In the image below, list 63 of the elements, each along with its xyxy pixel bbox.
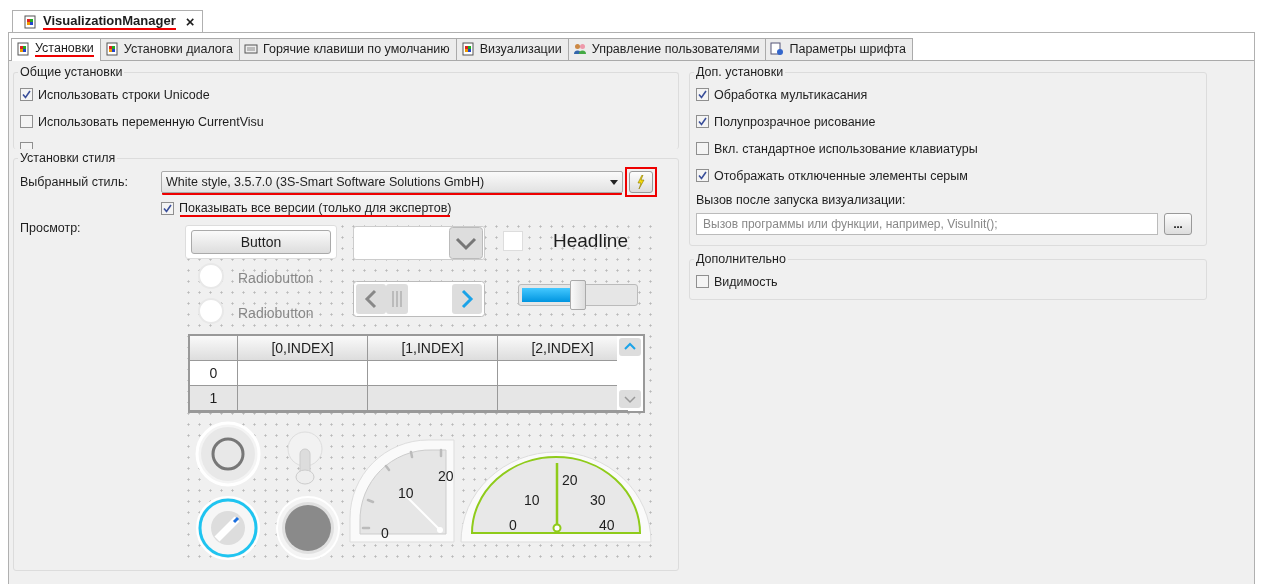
checkbox-label: Использовать строки Unicode bbox=[38, 87, 210, 102]
round-button-drawing bbox=[195, 421, 261, 487]
input-field[interactable]: Вызов программы или функции, например, VisuInit(); bbox=[696, 213, 1158, 235]
gauge-scale-label: 30 bbox=[590, 493, 606, 507]
checkbox-label: Вкл. стандартное использование клавиатуры bbox=[714, 141, 978, 156]
field-label: Вызов после запуска визуализации: bbox=[696, 193, 907, 207]
checkbox-label: Полупрозрачное рисование bbox=[714, 114, 876, 129]
checkbox[interactable] bbox=[696, 88, 709, 101]
gauge-scale-label: 40 bbox=[599, 518, 615, 532]
gauge-scale-label: 20 bbox=[562, 473, 578, 487]
style-dropdown[interactable]: White style, 3.5.7.0 (3S-Smart Software Solutions GmbH) bbox=[161, 171, 623, 193]
checkbox-label: Использовать переменную CurrentVisu bbox=[38, 114, 264, 129]
gauge-scale-label: 10 bbox=[524, 493, 540, 507]
tab[interactable]: Установки bbox=[11, 38, 101, 61]
preview-radio-label: Radiobutton bbox=[238, 305, 314, 321]
document-icon bbox=[23, 14, 37, 29]
users-icon bbox=[572, 42, 587, 56]
document-title: VisualizationManager bbox=[43, 13, 176, 30]
document-icon bbox=[104, 42, 119, 56]
checkbox[interactable] bbox=[696, 275, 709, 288]
field-label: Выбранный стиль: bbox=[20, 175, 129, 189]
keyboard-icon bbox=[244, 42, 258, 56]
browse-button[interactable]: ... bbox=[1164, 213, 1192, 235]
checkbox[interactable] bbox=[696, 169, 709, 182]
preview-radio-label: Radiobutton bbox=[238, 270, 314, 286]
checkbox-label: Видимость bbox=[714, 274, 778, 289]
caret-icon bbox=[610, 179, 618, 185]
gauge-scale-label: 10 bbox=[398, 486, 414, 500]
tab[interactable]: Параметры шрифта bbox=[765, 38, 914, 60]
column-header: [0,INDEX] bbox=[238, 336, 368, 361]
document-icon bbox=[460, 42, 475, 56]
tab[interactable]: Управление пользователями bbox=[567, 38, 767, 60]
preview-headline: Headline bbox=[553, 230, 628, 252]
tab[interactable]: Установки диалога bbox=[99, 38, 240, 60]
rotary-knob-drawing bbox=[195, 495, 261, 561]
chevron-down-icon bbox=[449, 227, 483, 259]
checkbox[interactable] bbox=[20, 88, 33, 101]
tab[interactable]: Визуализации bbox=[455, 38, 569, 60]
document-icon bbox=[16, 42, 30, 56]
checkbox-label: Показывать все версии (только для экспертов) bbox=[179, 201, 452, 215]
row-header: 1 bbox=[190, 386, 238, 411]
checkbox-label: Обработка мультикасания bbox=[714, 87, 868, 102]
tab[interactable]: Горячие клавиши по умолчанию bbox=[239, 38, 457, 60]
lightning-icon bbox=[636, 175, 646, 189]
toggle-switch-drawing bbox=[287, 431, 323, 487]
checkbox-label: Отображать отключенные элементы серым bbox=[714, 168, 968, 183]
font-icon bbox=[770, 42, 785, 56]
group-title: Общие установки bbox=[19, 66, 124, 79]
lamp-drawing bbox=[275, 495, 341, 561]
checkbox[interactable] bbox=[20, 115, 33, 128]
checkbox[interactable] bbox=[161, 201, 174, 215]
gauge-scale-label: 20 bbox=[438, 469, 454, 483]
group-title: Установки стиля bbox=[19, 151, 117, 165]
gauge-scale-label: 0 bbox=[509, 518, 517, 532]
checkbox[interactable] bbox=[696, 142, 709, 155]
gauge-scale-label: 0 bbox=[381, 526, 389, 540]
checkbox[interactable] bbox=[696, 115, 709, 128]
document-tab[interactable]: VisualizationManager × bbox=[12, 10, 204, 32]
close-button[interactable]: × bbox=[185, 13, 195, 30]
column-header: [1,INDEX] bbox=[368, 336, 498, 361]
group-title: Доп. установки bbox=[695, 65, 785, 79]
group-title: Дополнительно bbox=[695, 252, 787, 266]
field-label: Просмотр: bbox=[20, 221, 82, 235]
